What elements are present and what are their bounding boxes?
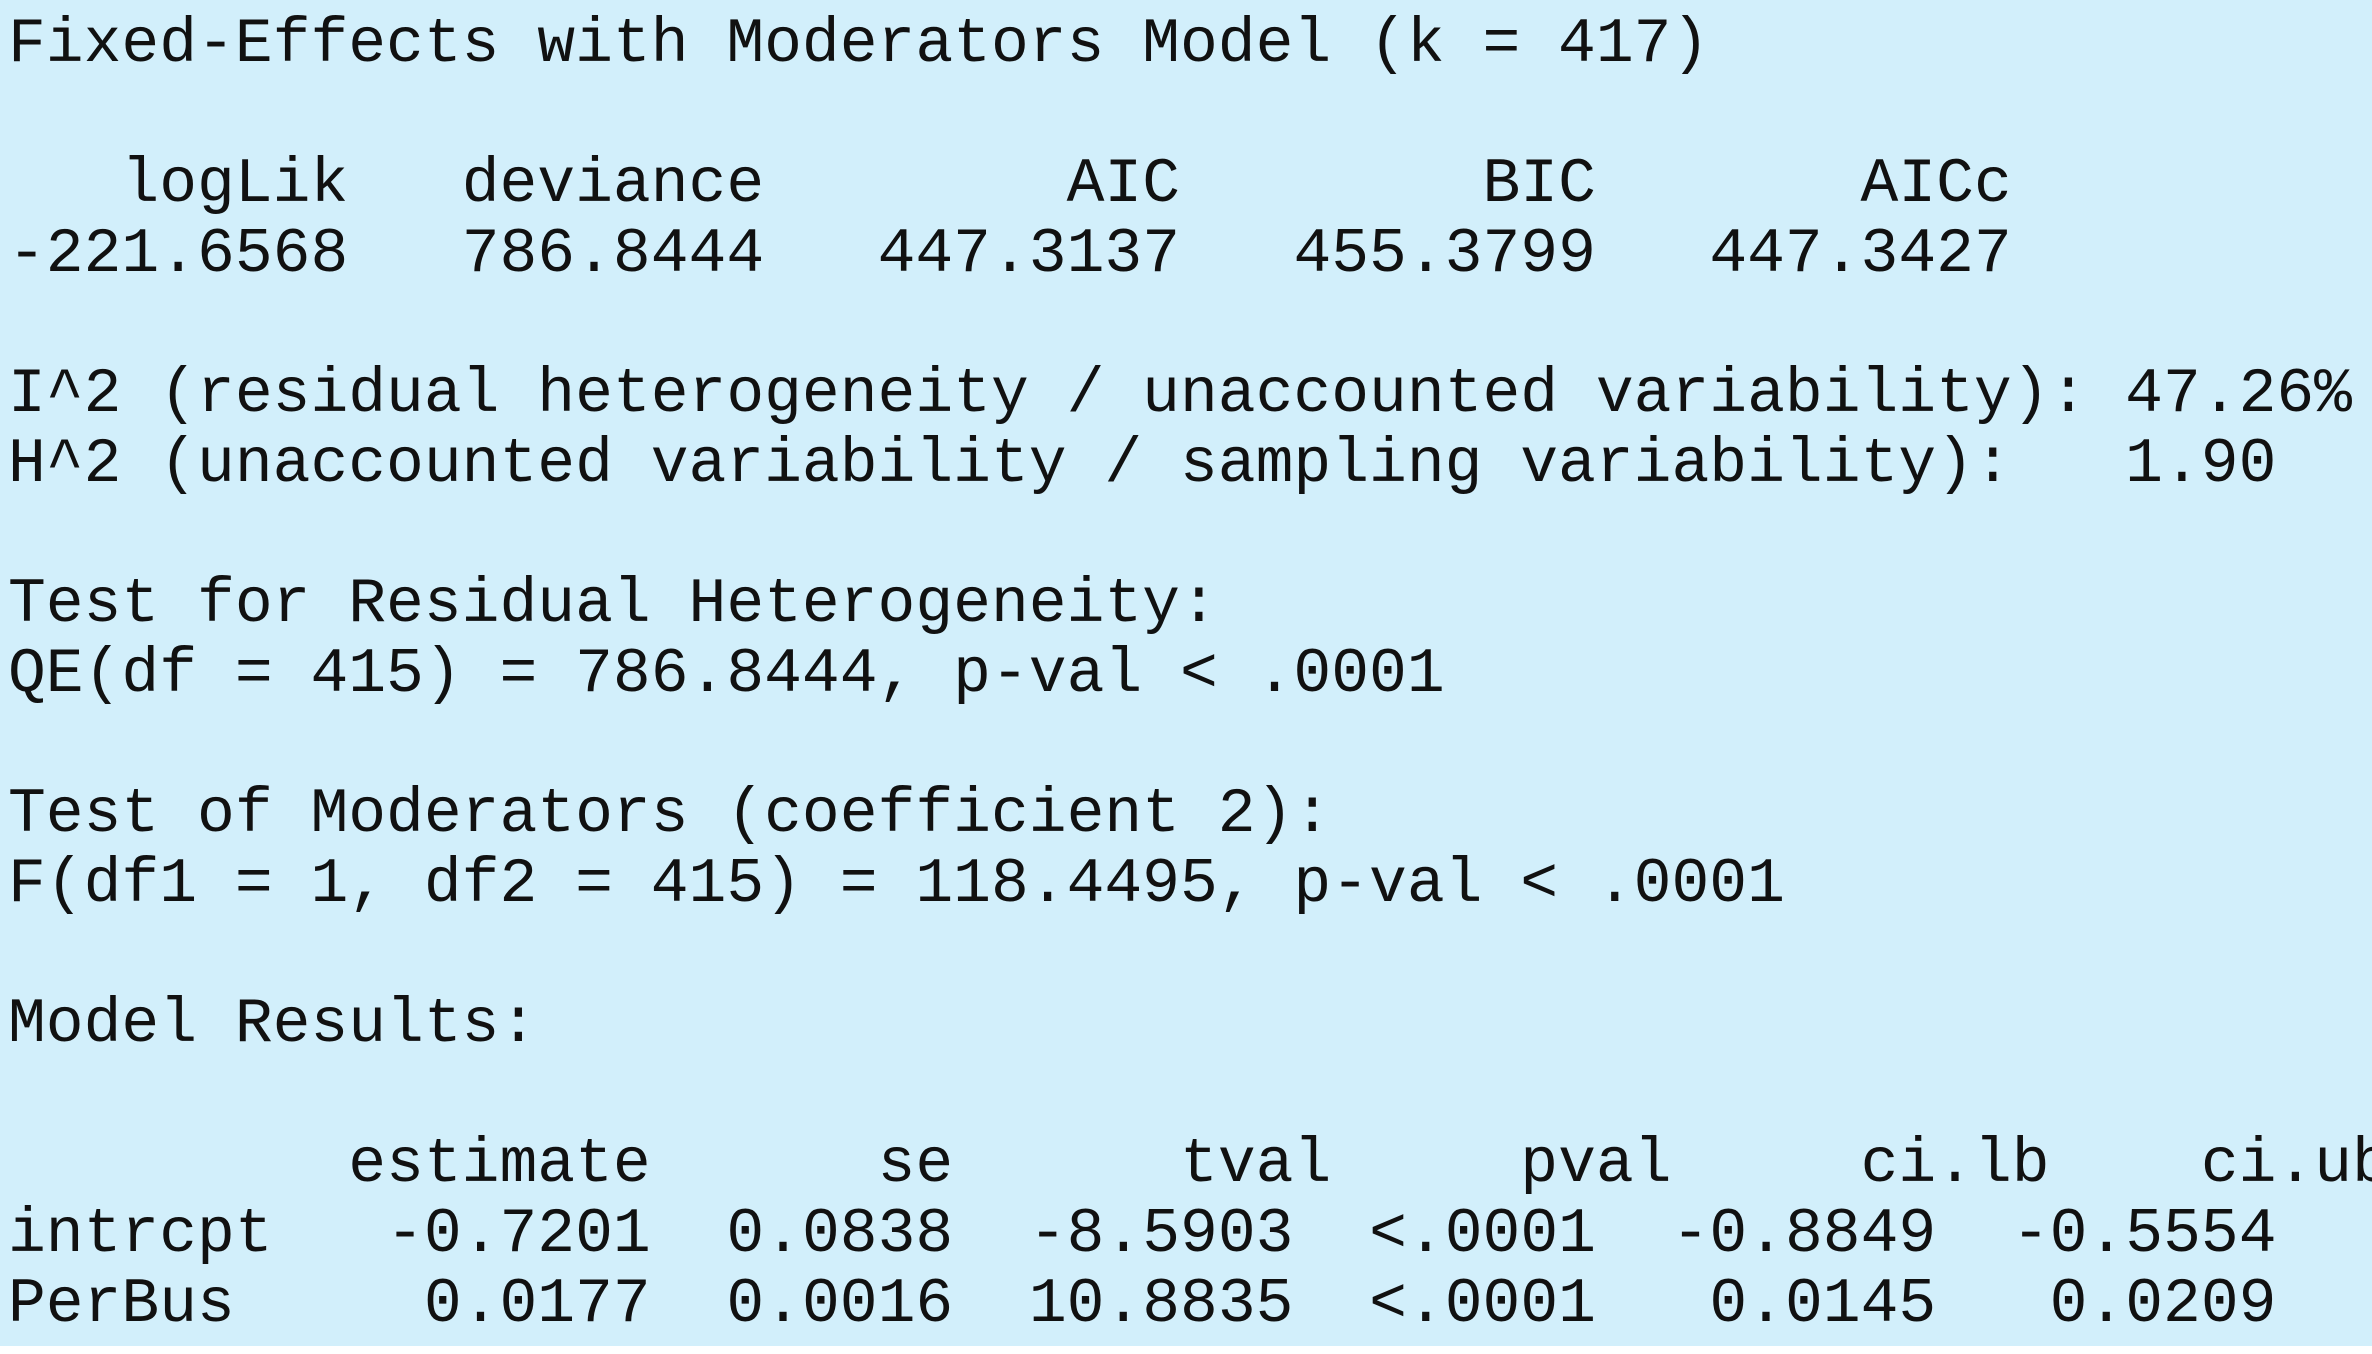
- row-ci-ub: 0.0209: [2049, 1269, 2277, 1340]
- model-results-heading: Model Results:: [8, 989, 538, 1060]
- residual-test-heading: Test for Residual Heterogeneity:: [8, 569, 1218, 640]
- col-se: se: [877, 1129, 954, 1200]
- results-table-header: estimate se tval pval ci.lb ci.ub: [8, 1130, 2372, 1200]
- row-pval: <.0001: [1369, 1269, 1596, 1340]
- col-ci-ub: ci.ub: [2200, 1129, 2372, 1200]
- row-ci-lb: 0.0145: [1709, 1269, 1937, 1340]
- r-console-output: Fixed-Effects with Moderators Model (k =…: [0, 0, 2372, 1346]
- i2-value: 47.26%: [2125, 359, 2352, 430]
- moderator-test-result: F(df1 = 1, df2 = 415) = 118.4495, p-val …: [8, 849, 1785, 920]
- i2-label: I^2 (residual heterogeneity / unaccounte…: [8, 359, 2088, 430]
- row-se: 0.0838: [726, 1199, 954, 1270]
- model-title: Fixed-Effects with Moderators Model (k =…: [8, 9, 1710, 80]
- row-tval: -8.5903: [1028, 1199, 1294, 1270]
- residual-test-result: QE(df = 415) = 786.8444, p-val < .0001: [8, 639, 1445, 710]
- fit-value-deviance: 786.8444: [461, 219, 765, 290]
- row-se: 0.0016: [726, 1269, 954, 1340]
- i2-line: I^2 (residual heterogeneity / unaccounte…: [8, 360, 2372, 430]
- row-ci-ub: -0.5554: [2011, 1199, 2277, 1270]
- col-ci-lb: ci.lb: [1860, 1129, 2050, 1200]
- row-estimate: -0.7201: [386, 1199, 651, 1270]
- h2-label: H^2 (unaccounted variability / sampling …: [8, 429, 2012, 500]
- moderator-test-heading: Test of Moderators (coefficient 2):: [8, 779, 1332, 850]
- bottom-margin: [0, 1346, 2372, 1354]
- h2-line: H^2 (unaccounted variability / sampling …: [8, 430, 2372, 500]
- fit-stats-values: -221.6568 786.8444 447.3137 455.3799 447…: [8, 220, 2372, 290]
- h2-value: 1.90: [2125, 429, 2277, 500]
- col-estimate: estimate: [348, 1129, 651, 1200]
- row-pval: <.0001: [1369, 1199, 1596, 1270]
- row-name: intrcpt: [8, 1199, 273, 1270]
- table-row: intrcpt -0.7201 0.0838 -8.5903 <.0001 -0…: [8, 1200, 2372, 1270]
- fit-value-bic: 455.3799: [1293, 219, 1596, 290]
- row-tval: 10.8835: [1028, 1269, 1294, 1340]
- row-name: PerBus: [8, 1269, 235, 1340]
- row-estimate: 0.0177: [423, 1269, 651, 1340]
- row-ci-ub-spacer: [1936, 1269, 2049, 1340]
- col-pval: pval: [1520, 1129, 1672, 1200]
- fit-header-loglik: logLik: [121, 149, 349, 220]
- fit-header-aicc: AICc: [1860, 149, 2012, 220]
- console-text: Fixed-Effects with Moderators Model (k =…: [8, 10, 2372, 1340]
- fit-value-loglik: -221.6568: [8, 219, 349, 290]
- fit-value-aicc: 447.3427: [1709, 219, 2012, 290]
- fit-value-aic: 447.3137: [877, 219, 1181, 290]
- fit-header-bic: BIC: [1482, 149, 1596, 220]
- table-row: PerBus 0.0177 0.0016 10.8835 <.0001 0.01…: [8, 1270, 2372, 1340]
- fit-header-deviance: deviance: [461, 149, 765, 220]
- row-ci-lb: -0.8849: [1671, 1199, 1937, 1270]
- col-tval: tval: [1180, 1129, 1332, 1200]
- fit-stats-header: logLik deviance AIC BIC AICc: [8, 150, 2372, 220]
- fit-header-aic: AIC: [1066, 149, 1181, 220]
